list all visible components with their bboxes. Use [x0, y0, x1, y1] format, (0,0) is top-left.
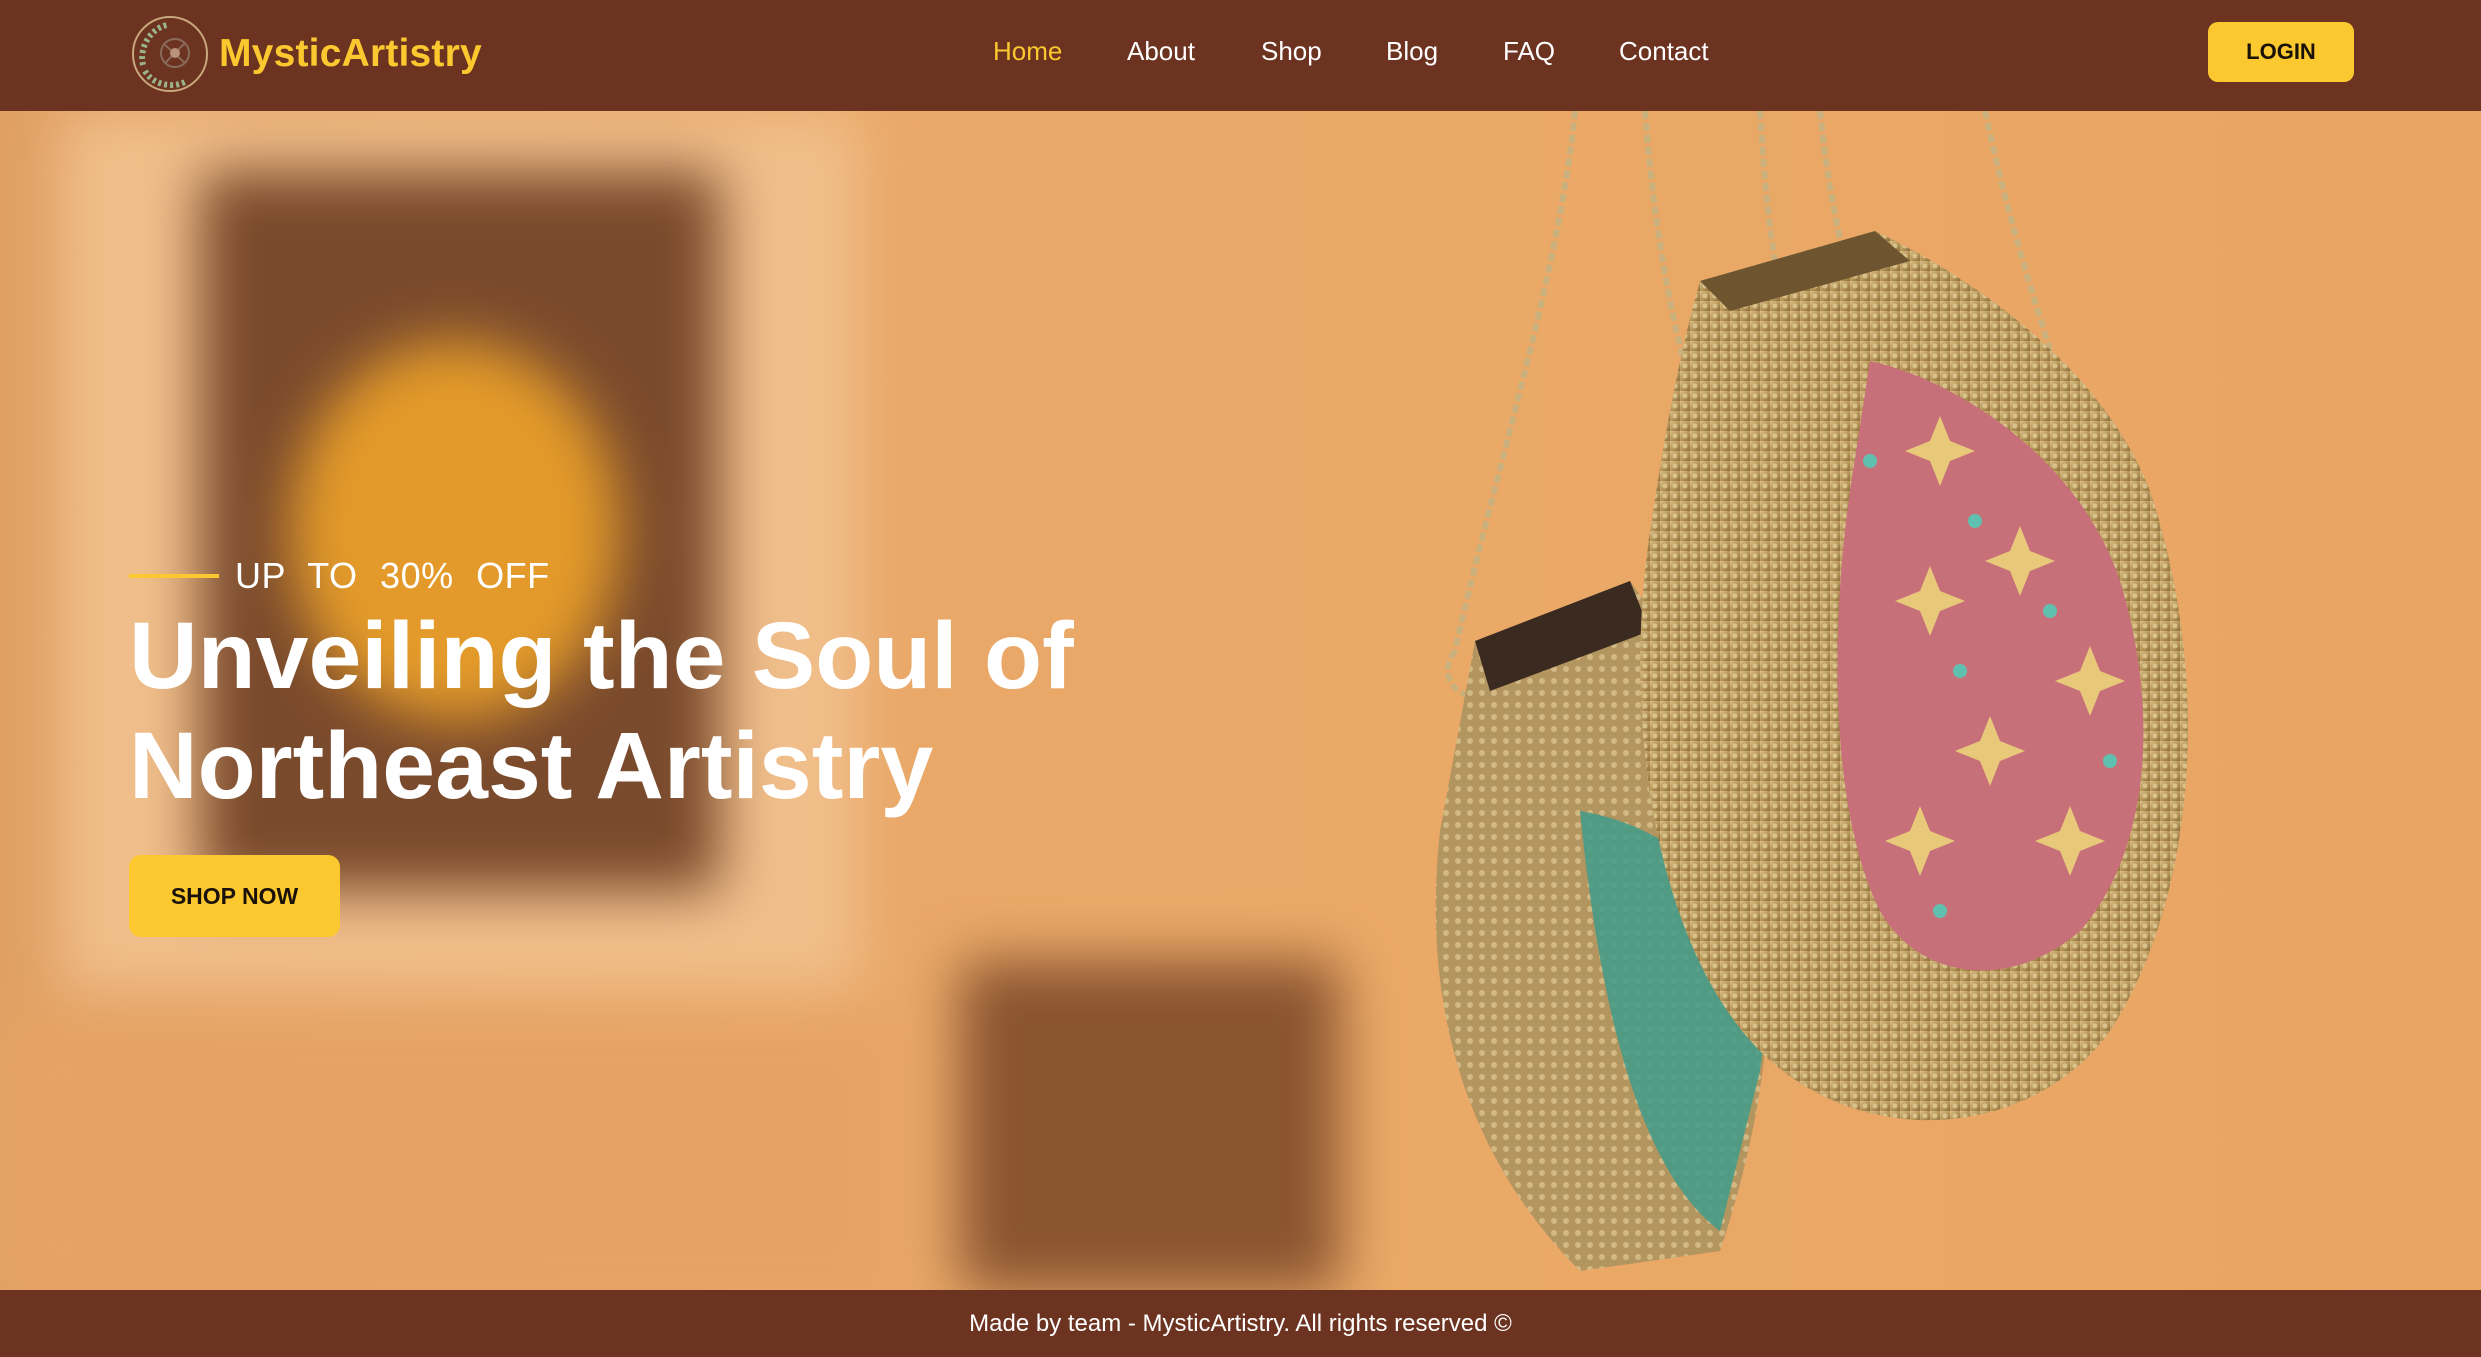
site-header: MysticArtistry Home About Shop Blog FAQ …: [0, 0, 2481, 111]
hero-headline: Unveiling the Soul of Northeast Artistry: [129, 601, 1229, 821]
site-footer: Made by team - MysticArtistry. All right…: [0, 1290, 2481, 1357]
shop-now-button[interactable]: SHOP NOW: [129, 855, 340, 937]
nav-blog[interactable]: Blog: [1386, 36, 1438, 67]
nav-home[interactable]: Home: [993, 36, 1062, 67]
footer-copyright: Made by team - MysticArtistry. All right…: [969, 1309, 1512, 1337]
nav-contact[interactable]: Contact: [1619, 36, 1709, 67]
offer-text: UP TO 30% OFF: [235, 555, 550, 596]
nav-about[interactable]: About: [1127, 36, 1195, 67]
hero-headline-line2: Northeast Artistry: [129, 713, 934, 819]
offer-tagline: UP TO 30% OFF: [129, 555, 550, 597]
nav-faq[interactable]: FAQ: [1503, 36, 1555, 67]
main-nav: Home About Shop Blog FAQ Contact: [0, 0, 2481, 111]
hero-headline-line1: Unveiling the Soul of: [129, 603, 1074, 709]
login-button[interactable]: LOGIN: [2208, 22, 2354, 82]
hero-banner: UP TO 30% OFF Unveiling the Soul of Nort…: [0, 111, 2481, 1290]
nav-shop[interactable]: Shop: [1261, 36, 1322, 67]
offer-divider: [129, 574, 219, 578]
